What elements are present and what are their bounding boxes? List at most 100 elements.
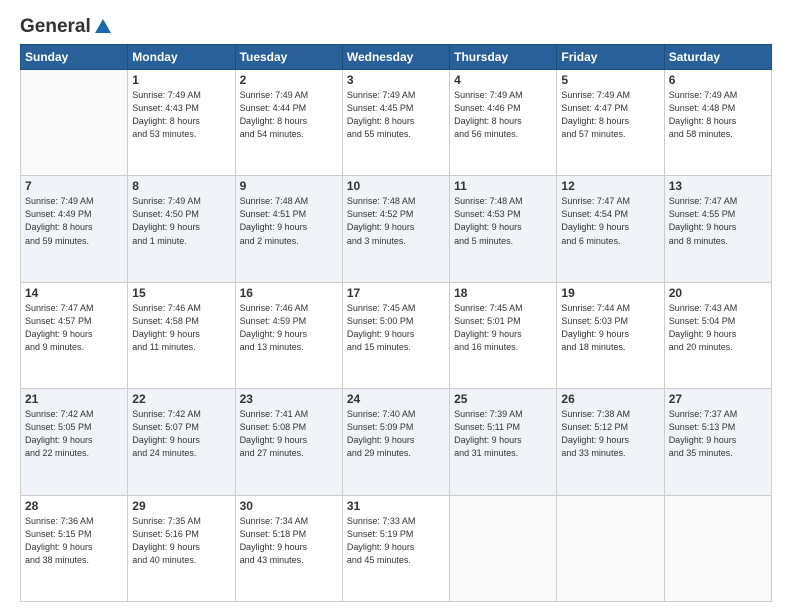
calendar-cell: 3 Sunrise: 7:49 AMSunset: 4:45 PMDaylight… (342, 70, 449, 176)
weekday-header: Saturday (664, 45, 771, 70)
day-number: 30 (240, 499, 338, 513)
day-number: 21 (25, 392, 123, 406)
calendar-cell: 13 Sunrise: 7:47 AMSunset: 4:55 PMDayligh… (664, 176, 771, 282)
day-number: 3 (347, 73, 445, 87)
logo-icon (93, 17, 113, 37)
calendar-cell: 8 Sunrise: 7:49 AMSunset: 4:50 PMDaylight… (128, 176, 235, 282)
calendar-cell: 31 Sunrise: 7:33 AMSunset: 5:19 PMDayligh… (342, 495, 449, 601)
day-number: 25 (454, 392, 552, 406)
day-number: 10 (347, 179, 445, 193)
day-info: Sunrise: 7:47 AMSunset: 4:55 PMDaylight:… (669, 195, 767, 247)
day-number: 13 (669, 179, 767, 193)
calendar-cell: 4Sunrise: 7:49 AMSunset: 4:46 PMDaylight… (450, 70, 557, 176)
calendar-cell: 9 Sunrise: 7:48 AMSunset: 4:51 PMDaylight… (235, 176, 342, 282)
calendar-cell: 23 Sunrise: 7:41 AMSunset: 5:08 PMDayligh… (235, 389, 342, 495)
calendar-cell: 19 Sunrise: 7:44 AMSunset: 5:03 PMDayligh… (557, 282, 664, 388)
day-info: Sunrise: 7:46 AMSunset: 4:58 PMDaylight:… (132, 302, 230, 354)
day-info: Sunrise: 7:45 AMSunset: 5:00 PMDaylight:… (347, 302, 445, 354)
calendar-cell: 18Sunrise: 7:45 AMSunset: 5:01 PMDayligh… (450, 282, 557, 388)
day-number: 8 (132, 179, 230, 193)
day-number: 6 (669, 73, 767, 87)
day-info: Sunrise: 7:40 AMSunset: 5:09 PMDaylight:… (347, 408, 445, 460)
day-number: 24 (347, 392, 445, 406)
day-info: Sunrise: 7:37 AMSunset: 5:13 PMDaylight:… (669, 408, 767, 460)
day-info: Sunrise: 7:49 AMSunset: 4:45 PMDaylight:… (347, 89, 445, 141)
day-info: Sunrise: 7:48 AMSunset: 4:51 PMDaylight:… (240, 195, 338, 247)
day-number: 29 (132, 499, 230, 513)
day-number: 7 (25, 179, 123, 193)
day-number: 4 (454, 73, 552, 87)
day-info: Sunrise: 7:48 AMSunset: 4:52 PMDaylight:… (347, 195, 445, 247)
day-info: Sunrise: 7:49 AMSunset: 4:48 PMDaylight:… (669, 89, 767, 141)
day-number: 14 (25, 286, 123, 300)
calendar-cell: 15 Sunrise: 7:46 AMSunset: 4:58 PMDayligh… (128, 282, 235, 388)
calendar-cell: 14 Sunrise: 7:47 AMSunset: 4:57 PMDayligh… (21, 282, 128, 388)
calendar-cell: 24 Sunrise: 7:40 AMSunset: 5:09 PMDayligh… (342, 389, 449, 495)
day-info: Sunrise: 7:35 AMSunset: 5:16 PMDaylight:… (132, 515, 230, 567)
day-info: Sunrise: 7:44 AMSunset: 5:03 PMDaylight:… (561, 302, 659, 354)
page: General SundayMondayTuesdayWednesdayThur… (0, 0, 792, 612)
calendar-cell: 21 Sunrise: 7:42 AMSunset: 5:05 PMDayligh… (21, 389, 128, 495)
day-number: 23 (240, 392, 338, 406)
day-number: 31 (347, 499, 445, 513)
calendar-cell: 30 Sunrise: 7:34 AMSunset: 5:18 PMDayligh… (235, 495, 342, 601)
day-info: Sunrise: 7:49 AMSunset: 4:50 PMDaylight:… (132, 195, 230, 247)
calendar-cell: 10 Sunrise: 7:48 AMSunset: 4:52 PMDayligh… (342, 176, 449, 282)
calendar-cell: 20 Sunrise: 7:43 AMSunset: 5:04 PMDayligh… (664, 282, 771, 388)
day-number: 20 (669, 286, 767, 300)
calendar-table: SundayMondayTuesdayWednesdayThursdayFrid… (20, 44, 772, 602)
calendar-cell: 5 Sunrise: 7:49 AMSunset: 4:47 PMDaylight… (557, 70, 664, 176)
logo-general: General (20, 16, 91, 38)
day-info: Sunrise: 7:47 AMSunset: 4:54 PMDaylight:… (561, 195, 659, 247)
day-number: 27 (669, 392, 767, 406)
day-info: Sunrise: 7:48 AMSunset: 4:53 PMDaylight:… (454, 195, 552, 247)
calendar-cell: 25 Sunrise: 7:39 AMSunset: 5:11 PMDayligh… (450, 389, 557, 495)
calendar-cell: 27 Sunrise: 7:37 AMSunset: 5:13 PMDayligh… (664, 389, 771, 495)
weekday-header: Friday (557, 45, 664, 70)
day-info: Sunrise: 7:39 AMSunset: 5:11 PMDaylight:… (454, 408, 552, 460)
calendar-cell (450, 495, 557, 601)
weekday-header: Sunday (21, 45, 128, 70)
calendar-cell: 22 Sunrise: 7:42 AMSunset: 5:07 PMDayligh… (128, 389, 235, 495)
day-info: Sunrise: 7:33 AMSunset: 5:19 PMDaylight:… (347, 515, 445, 567)
calendar-cell: 12 Sunrise: 7:47 AMSunset: 4:54 PMDayligh… (557, 176, 664, 282)
day-info: Sunrise: 7:34 AMSunset: 5:18 PMDaylight:… (240, 515, 338, 567)
weekday-header: Tuesday (235, 45, 342, 70)
day-number: 11 (454, 179, 552, 193)
day-number: 1 (132, 73, 230, 87)
day-number: 17 (347, 286, 445, 300)
day-info: Sunrise: 7:42 AMSunset: 5:05 PMDaylight:… (25, 408, 123, 460)
day-number: 5 (561, 73, 659, 87)
logo: General (20, 16, 113, 34)
day-info: Sunrise: 7:47 AMSunset: 4:57 PMDaylight:… (25, 302, 123, 354)
day-number: 12 (561, 179, 659, 193)
day-number: 19 (561, 286, 659, 300)
weekday-header: Thursday (450, 45, 557, 70)
day-info: Sunrise: 7:49 AMSunset: 4:47 PMDaylight:… (561, 89, 659, 141)
calendar-cell: 11 Sunrise: 7:48 AMSunset: 4:53 PMDayligh… (450, 176, 557, 282)
calendar-cell: 6 Sunrise: 7:49 AMSunset: 4:48 PMDaylight… (664, 70, 771, 176)
day-info: Sunrise: 7:42 AMSunset: 5:07 PMDaylight:… (132, 408, 230, 460)
day-number: 9 (240, 179, 338, 193)
day-info: Sunrise: 7:36 AMSunset: 5:15 PMDaylight:… (25, 515, 123, 567)
calendar-cell (557, 495, 664, 601)
day-info: Sunrise: 7:41 AMSunset: 5:08 PMDaylight:… (240, 408, 338, 460)
day-number: 16 (240, 286, 338, 300)
calendar-cell: 29 Sunrise: 7:35 AMSunset: 5:16 PMDayligh… (128, 495, 235, 601)
day-number: 15 (132, 286, 230, 300)
calendar-cell: 17 Sunrise: 7:45 AMSunset: 5:00 PMDayligh… (342, 282, 449, 388)
day-info: Sunrise: 7:45 AMSunset: 5:01 PMDaylight:… (454, 302, 552, 354)
day-info: Sunrise: 7:43 AMSunset: 5:04 PMDaylight:… (669, 302, 767, 354)
calendar-cell: 7 Sunrise: 7:49 AMSunset: 4:49 PMDaylight… (21, 176, 128, 282)
day-info: Sunrise: 7:49 AMSunset: 4:49 PMDaylight:… (25, 195, 123, 247)
day-number: 26 (561, 392, 659, 406)
day-info: Sunrise: 7:49 AMSunset: 4:44 PMDaylight:… (240, 89, 338, 141)
calendar-cell: 26 Sunrise: 7:38 AMSunset: 5:12 PMDayligh… (557, 389, 664, 495)
day-info: Sunrise: 7:49 AMSunset: 4:43 PMDaylight:… (132, 89, 230, 141)
header: General (20, 16, 772, 34)
day-number: 22 (132, 392, 230, 406)
day-info: Sunrise: 7:38 AMSunset: 5:12 PMDaylight:… (561, 408, 659, 460)
calendar-cell (21, 70, 128, 176)
weekday-header: Wednesday (342, 45, 449, 70)
weekday-header: Monday (128, 45, 235, 70)
